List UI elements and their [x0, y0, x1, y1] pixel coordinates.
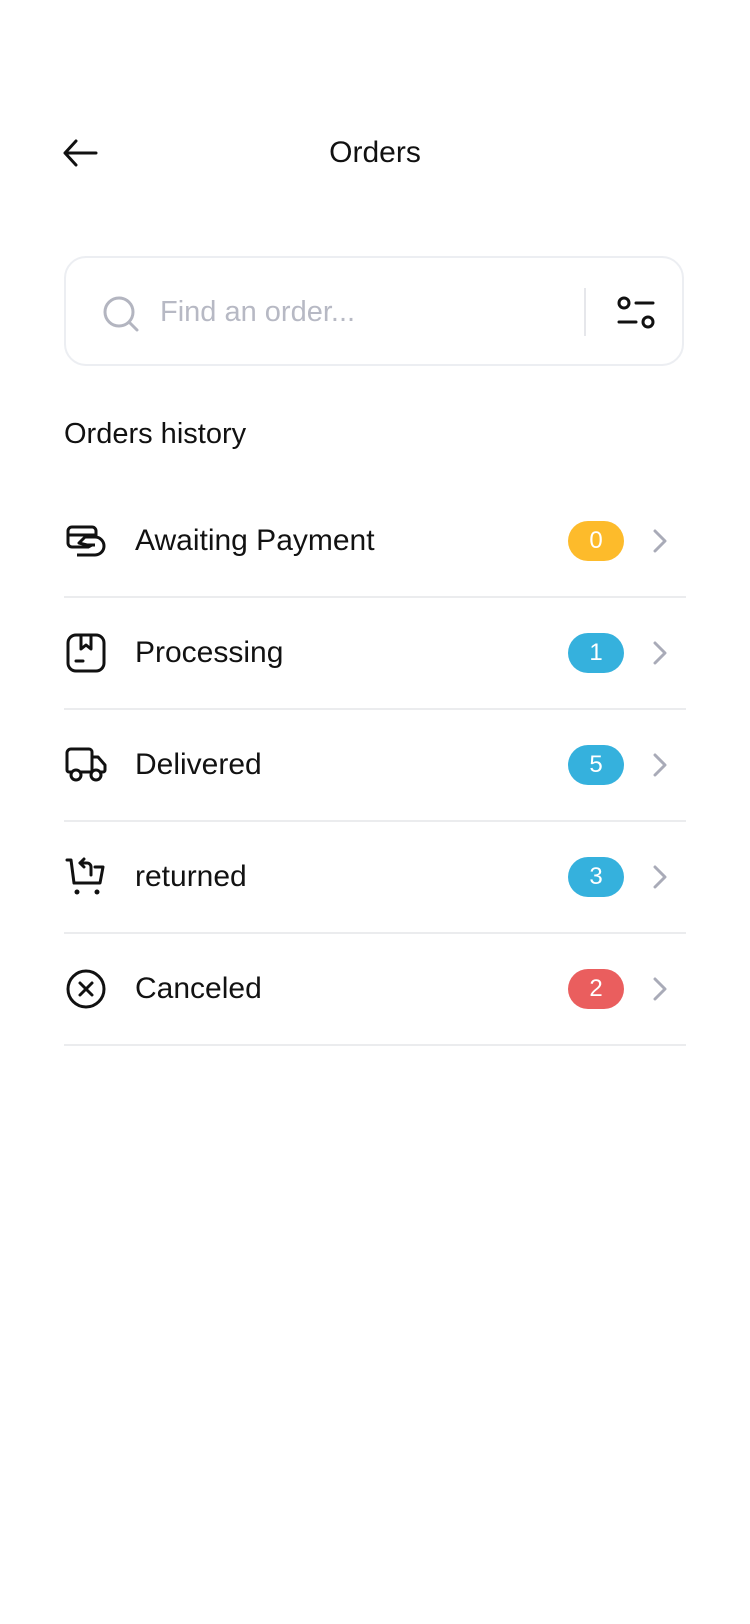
filter-button[interactable] [606, 288, 666, 338]
order-status-label: Awaiting Payment [135, 524, 375, 557]
delivery-truck-icon [64, 743, 108, 787]
chevron-right-icon [650, 976, 670, 1002]
order-row-delivered[interactable]: Delivered 5 [64, 710, 686, 822]
chevron-right-icon [650, 640, 670, 666]
order-count-badge: 0 [568, 521, 624, 561]
search-bar [64, 256, 684, 366]
orders-history-title: Orders history [64, 418, 247, 450]
search-icon [103, 296, 139, 332]
order-row-processing[interactable]: Processing 1 [64, 598, 686, 710]
order-status-label: Delivered [135, 748, 262, 781]
search-input[interactable] [160, 284, 540, 340]
order-row-returned[interactable]: returned 3 [64, 822, 686, 934]
package-box-icon [64, 631, 108, 675]
order-count-badge: 5 [568, 745, 624, 785]
search-divider [584, 288, 586, 336]
order-count-badge: 2 [568, 969, 624, 1009]
order-count-badge: 1 [568, 633, 624, 673]
chevron-right-icon [650, 864, 670, 890]
cart-return-icon [64, 855, 108, 899]
order-status-label: Processing [135, 636, 284, 669]
order-row-canceled[interactable]: Canceled 2 [64, 934, 686, 1046]
chevron-right-icon [650, 528, 670, 554]
chevron-right-icon [650, 752, 670, 778]
header-bar: Orders [0, 118, 750, 188]
order-status-label: returned [135, 860, 247, 893]
payment-card-icon [64, 519, 108, 563]
page-title: Orders [329, 136, 421, 169]
filter-sliders-icon [617, 296, 655, 329]
cancel-circle-icon [64, 967, 108, 1011]
order-count-badge: 3 [568, 857, 624, 897]
order-row-awaiting-payment[interactable]: Awaiting Payment 0 [64, 486, 686, 598]
order-status-label: Canceled [135, 972, 262, 1005]
orders-list: Awaiting Payment 0 Processing 1 Delivere… [64, 486, 686, 1046]
